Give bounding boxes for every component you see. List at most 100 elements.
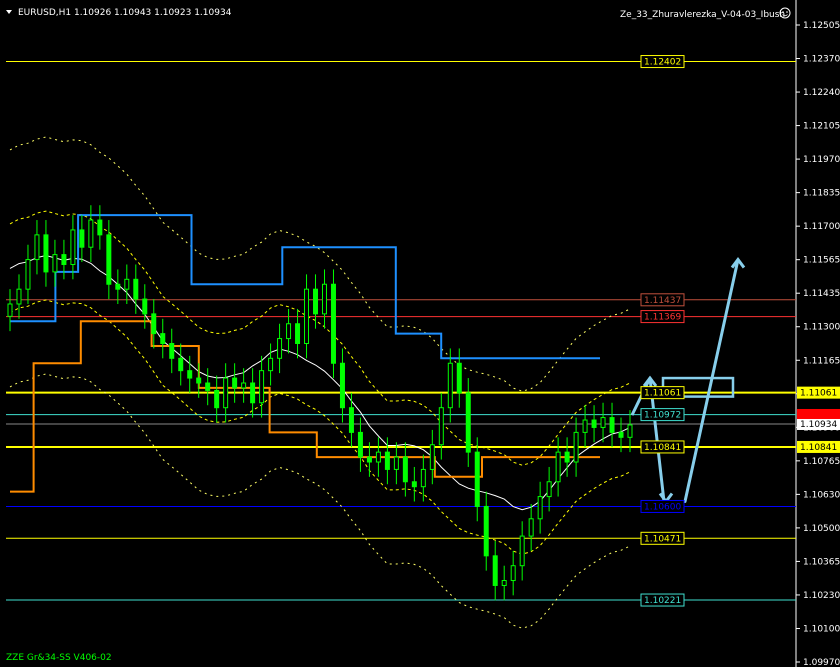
candle-body [546,481,552,498]
candle-body [393,456,399,470]
price-tick-label: 1.11165 [803,356,840,366]
bid-price-box [797,408,840,419]
price-tick-label: 1.09970 [803,658,840,667]
candle-body [627,424,633,438]
candle-body [483,505,489,557]
level-label: 1.11369 [644,313,681,323]
candle-body [528,518,534,537]
candle-body [34,234,40,261]
candle-body [600,417,606,428]
candle-body [7,303,13,317]
candle-body [250,382,256,404]
candle-body [366,456,372,463]
candle-body [339,362,345,409]
expert-advisor-label[interactable]: Ze_33_Zhuravlerezka_V-04-03_Ibush [620,10,785,20]
level-label: 1.12402 [644,58,681,68]
candle-body [537,496,543,520]
price-tick-label: 1.11300 [803,323,840,333]
candle-body [321,283,327,315]
level-label: 1.10841 [644,443,681,453]
candle-body [348,407,354,433]
candle-body [187,370,193,379]
candle-body [151,313,157,335]
candle-body [106,234,112,285]
candle-body [259,370,265,404]
candle-body [16,288,22,305]
candle-body [447,362,453,409]
candle-body [456,362,462,394]
candle-body [97,219,103,236]
candle-body [402,456,408,483]
candle-body [241,382,247,389]
candle-body [357,431,363,458]
price-tick-label: 1.10765 [803,457,840,467]
level-label: 1.10600 [644,502,681,512]
current-price-label: 1.10934 [800,420,837,430]
candle-body [591,419,597,428]
candle-body [375,451,381,463]
price-tick-label: 1.11565 [803,256,840,266]
price-tick-label: 1.10365 [803,557,840,567]
price-tick-label: 1.12240 [803,88,840,98]
level-label: 1.10972 [644,411,681,421]
price-tick-label: 1.10630 [803,490,840,500]
candle-body [304,288,310,344]
candle-body [178,357,184,372]
candle-body [169,343,175,359]
chart-window[interactable]: 1.12505 1.12370 1.12240 1.12105 1.11970 1.118… [0,0,840,667]
candle-body [582,419,588,433]
price-tick-label: 1.11835 [803,189,840,199]
candle-body [564,451,570,463]
candle-body [268,357,274,372]
level-label: 1.10471 [644,534,681,544]
axis-level-label: 1.10841 [800,443,837,453]
candle-body [519,535,525,567]
candle-body [295,323,301,344]
candle-body [609,417,615,433]
candle-body [196,377,202,384]
price-tick-label: 1.12505 [803,21,840,31]
level-label: 1.11437 [644,296,681,306]
candle-body [411,481,417,488]
candle-body [510,565,516,582]
price-tick-label: 1.10100 [803,624,840,634]
candle-body [438,407,444,446]
candle-body [618,431,624,438]
candle-body [61,254,67,265]
candle-body [420,468,426,488]
candle-body [124,278,130,290]
price-tick-label: 1.11970 [803,155,840,165]
candle-body [160,333,166,344]
price-tick-label: 1.12105 [803,122,840,132]
price-tick-label: 1.11435 [803,289,840,299]
candle-body [142,298,148,315]
candle-body [573,431,579,463]
candle-body [70,229,76,265]
candle-body [232,377,238,389]
candle-body [555,451,561,483]
candle-body [25,259,31,290]
price-tick-label: 1.12370 [803,55,840,65]
axis-level-label: 1.11061 [800,389,837,399]
candle-body [313,288,319,315]
candle-body [465,392,471,453]
candle-body [277,338,283,359]
candle-body [492,555,498,586]
candle-body [384,451,390,470]
price-tick-label: 1.11700 [803,222,840,232]
candle-body [330,283,336,364]
candle-body [223,377,229,409]
candle-body [286,323,292,340]
symbol-info: EURUSD,H1 1.10926 1.10943 1.10923 1.1093… [18,8,232,18]
candle-body [88,219,94,248]
candle-body [133,278,139,300]
candle-body [474,451,480,507]
level-label: 1.10221 [644,596,681,606]
price-chart[interactable]: 1.12505 1.12370 1.12240 1.12105 1.11970 1.118… [0,0,840,667]
price-tick-label: 1.10230 [803,591,840,601]
candle-body [501,580,507,586]
candle-body [214,389,220,409]
candle-body [79,229,85,248]
candle-body [115,283,121,290]
candle-body [43,234,49,273]
